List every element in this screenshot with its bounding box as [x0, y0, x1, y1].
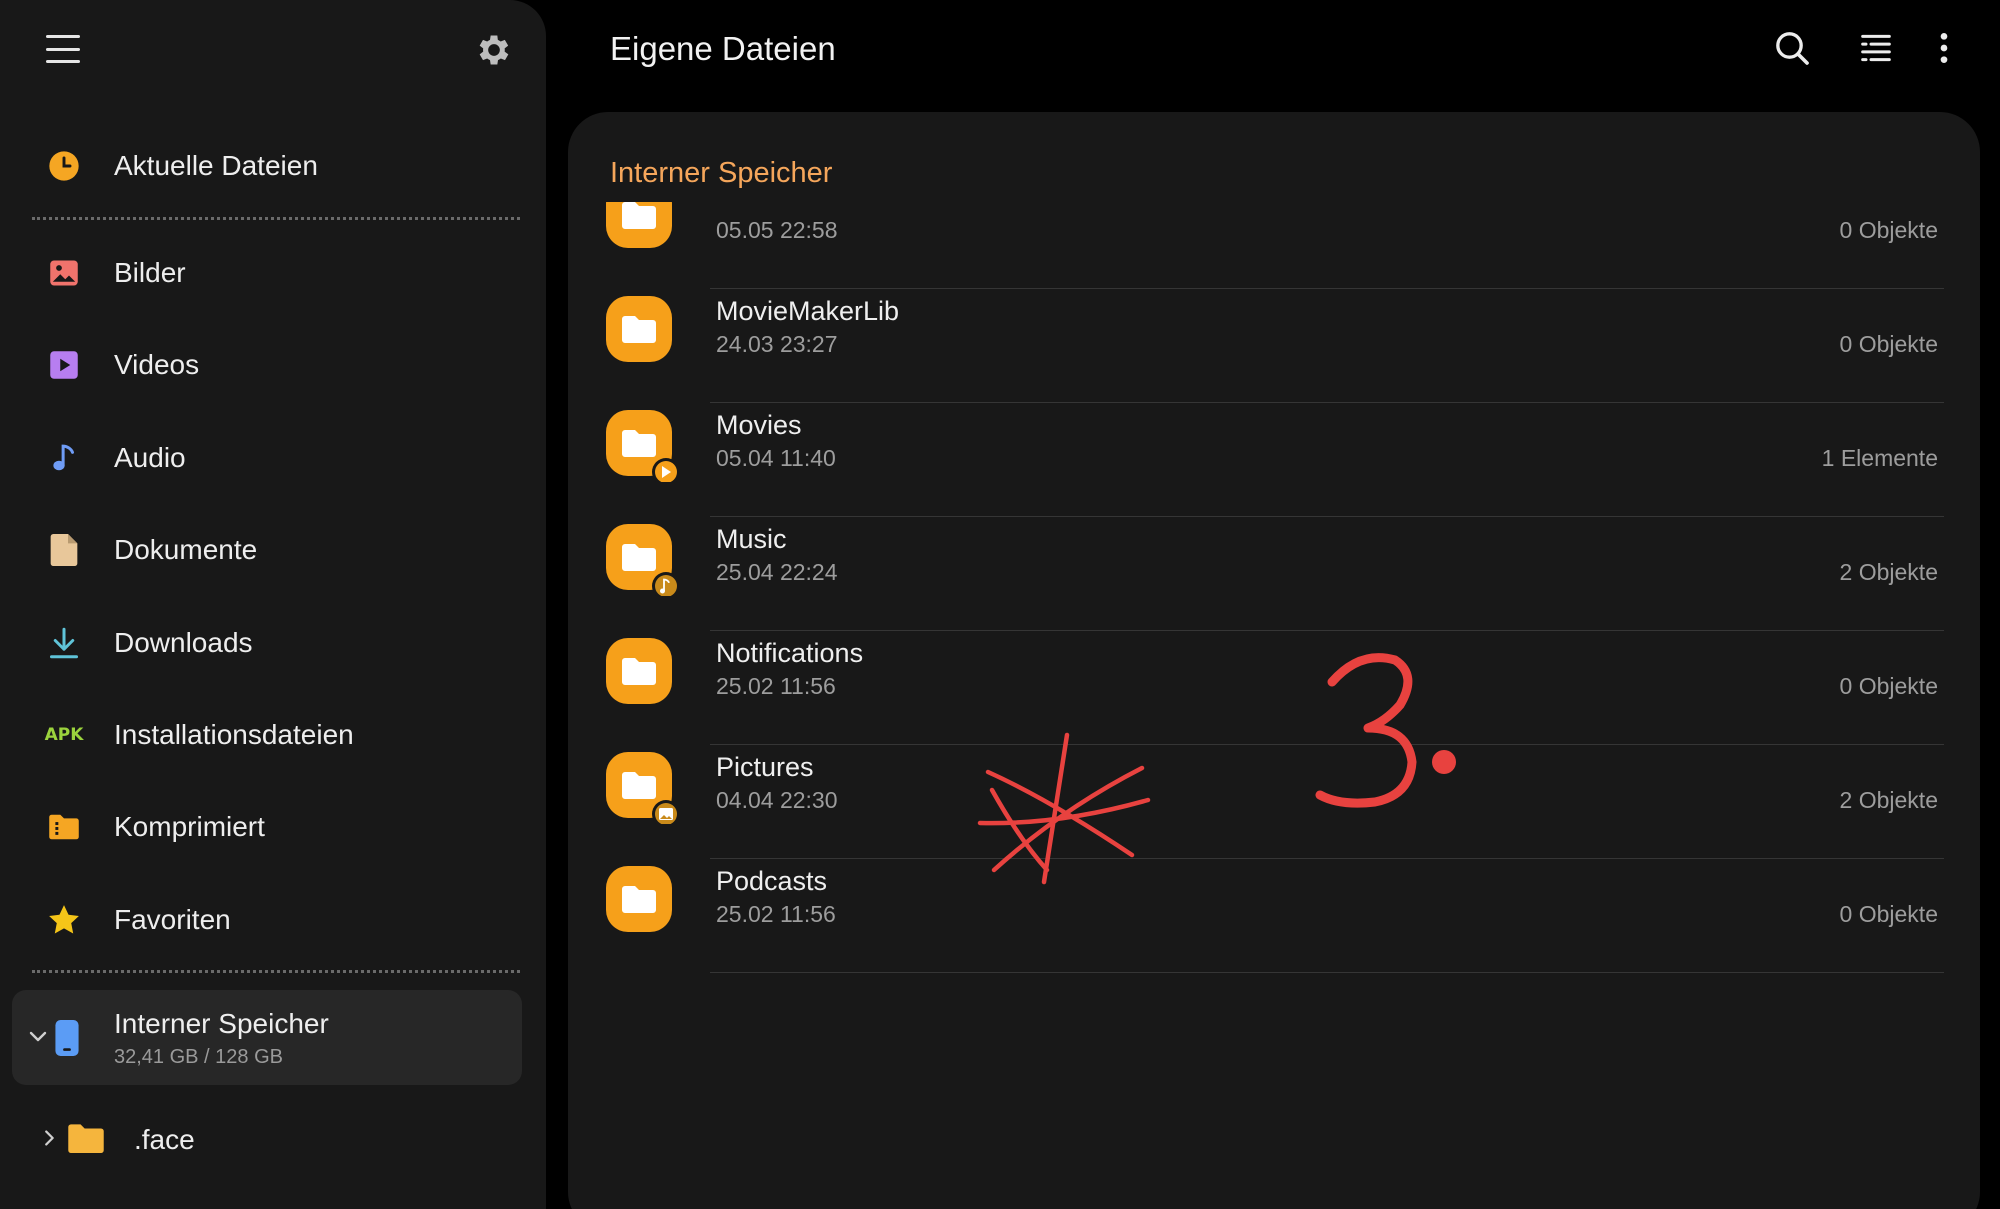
archive-icon	[46, 809, 82, 845]
document-icon	[46, 532, 82, 568]
drawer-header	[0, 0, 546, 100]
sidebar-item-recent[interactable]: Aktuelle Dateien	[0, 126, 546, 206]
storage-usage: 32,41 GB / 128 GB	[114, 1046, 283, 1068]
sidebar-item-installers[interactable]: APK Installationsdateien	[0, 695, 546, 775]
sidebar-item-audio[interactable]: Audio	[0, 418, 546, 498]
sidebar-item-images[interactable]: Bilder	[0, 233, 546, 313]
sidebar-item-label: Dokumente	[114, 534, 258, 565]
sidebar-item-label: Installationsdateien	[114, 719, 354, 750]
folder-modified-date: 25.04 22:24	[716, 559, 838, 585]
folder-modified-date: 24.03 23:27	[716, 331, 838, 357]
search-icon[interactable]	[1772, 28, 1812, 68]
sidebar-item-label: Bilder	[114, 257, 186, 288]
phone-storage-icon	[55, 1020, 79, 1056]
sidebar-item-videos[interactable]: Videos	[0, 325, 546, 405]
gear-icon[interactable]	[474, 30, 514, 70]
sidebar-item-downloads[interactable]: Downloads	[0, 603, 546, 683]
chevron-down-icon[interactable]	[26, 1024, 50, 1048]
folder-item-count: 0 Objekte	[1839, 217, 1938, 243]
folder-modified-date: 05.05 22:58	[716, 217, 838, 243]
sidebar-item-label: Downloads	[114, 627, 253, 658]
folder-icon	[606, 866, 672, 932]
apk-icon: APK	[44, 725, 84, 745]
divider	[32, 217, 520, 220]
folder-modified-date: 25.02 11:56	[716, 901, 836, 927]
sidebar-item-favorites[interactable]: Favoriten	[0, 880, 546, 960]
menu-icon[interactable]	[46, 32, 80, 66]
folder-name: Pictures	[716, 752, 814, 782]
folder-name: Notifications	[716, 638, 864, 668]
folder-icon	[606, 296, 672, 362]
folder-name: Podcasts	[716, 866, 828, 896]
folder-modified-date: 04.04 22:30	[716, 787, 838, 813]
row-divider	[710, 972, 1944, 973]
section-title: Interner Speicher	[610, 157, 833, 189]
folder-icon	[606, 202, 672, 248]
folder-name: Music	[716, 524, 787, 554]
sidebar-tree-item-face[interactable]: .face	[0, 1105, 546, 1175]
folder-icon	[606, 524, 678, 596]
sidebar-item-label: Favoriten	[114, 904, 231, 935]
folder-modified-date: 25.02 11:56	[716, 673, 836, 699]
folder-icon	[606, 638, 672, 704]
folder-icon	[606, 410, 678, 482]
chevron-right-icon[interactable]	[38, 1127, 60, 1149]
download-icon	[46, 625, 82, 661]
folder-item-count: 2 Objekte	[1839, 559, 1938, 585]
file-list-panel: Interner Speicher 05.05 22:58 0 Objekte Mo…	[568, 112, 1980, 1209]
sidebar-item-compressed[interactable]: Komprimiert	[0, 787, 546, 867]
page-title: Eigene Dateien	[610, 30, 836, 67]
video-icon	[46, 347, 82, 383]
folder-item-count: 0 Objekte	[1839, 331, 1938, 357]
sidebar-item-documents[interactable]: Dokumente	[0, 510, 546, 590]
folder-name: MovieMakerLib	[716, 296, 900, 326]
tree-item-label: .face	[134, 1124, 195, 1155]
divider	[32, 970, 520, 973]
folder-item-count: 0 Objekte	[1839, 901, 1938, 927]
sort-filter-icon[interactable]	[1856, 28, 1896, 68]
music-note-icon	[46, 440, 82, 476]
sidebar-item-internal-storage[interactable]: Interner Speicher 32,41 GB / 128 GB	[12, 990, 522, 1085]
folder-item-count: 1 Elemente	[1821, 445, 1938, 471]
folder-modified-date: 05.04 11:40	[716, 445, 836, 471]
sidebar-item-label: Videos	[114, 349, 200, 380]
folder-list[interactable]: 05.05 22:58 0 Objekte MovieMakerLib 24.03 2…	[568, 202, 1980, 1209]
storage-title: Interner Speicher	[114, 1008, 329, 1039]
clock-icon	[46, 148, 82, 184]
sidebar-item-label: Komprimiert	[114, 811, 265, 842]
folder-item-count: 2 Objekte	[1839, 787, 1938, 813]
folder-icon	[606, 752, 678, 824]
star-icon	[46, 902, 82, 938]
image-icon	[46, 255, 82, 291]
folder-name: Movies	[716, 410, 802, 440]
more-vertical-icon[interactable]	[1924, 28, 1964, 68]
sidebar-item-label: Aktuelle Dateien	[114, 150, 318, 181]
folder-row[interactable]: Podcasts 25.02 11:56 0 Objekte	[568, 828, 1980, 973]
folder-icon	[68, 1124, 104, 1153]
folder-item-count: 0 Objekte	[1839, 673, 1938, 699]
navigation-drawer: Aktuelle Dateien Bilder Videos Audio Dok…	[0, 0, 546, 1209]
sidebar-item-label: Audio	[114, 442, 186, 473]
